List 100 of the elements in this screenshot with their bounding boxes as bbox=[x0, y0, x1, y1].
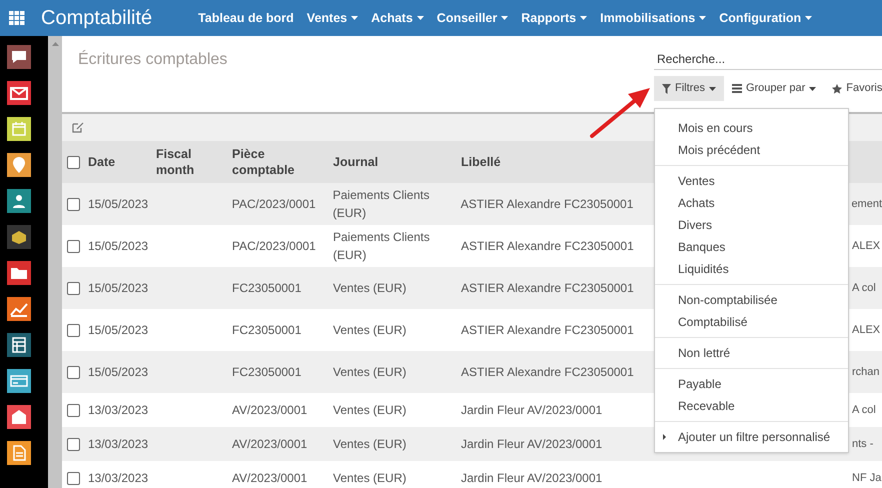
mail-app-icon[interactable] bbox=[7, 81, 31, 105]
chat-app-icon[interactable] bbox=[7, 45, 31, 69]
table-cell-text: rchan bbox=[852, 364, 880, 380]
caret-icon bbox=[708, 86, 716, 90]
table-cell-text: Ventes (EUR) bbox=[333, 402, 408, 419]
table-cell-text: ASTIER Alexandre FC23050001 bbox=[461, 280, 635, 297]
edit-icon[interactable] bbox=[72, 122, 84, 133]
caret-right-icon bbox=[663, 434, 666, 440]
column-header[interactable]: Libellé bbox=[461, 154, 646, 170]
table-cell-text: 13/03/2023 bbox=[88, 402, 150, 419]
row-checkbox[interactable] bbox=[67, 240, 80, 252]
caret-icon bbox=[805, 16, 812, 20]
star-icon bbox=[832, 84, 842, 94]
table-cell-text: ASTIER Alexandre FC23050001 bbox=[461, 364, 635, 381]
menu-item[interactable]: Achats bbox=[371, 8, 424, 28]
row-checkbox[interactable] bbox=[67, 366, 80, 378]
caret-icon bbox=[580, 16, 588, 20]
filter-option[interactable]: Achats bbox=[655, 192, 848, 214]
chart-app-icon[interactable] bbox=[7, 297, 31, 321]
filter-option[interactable]: Payable bbox=[655, 373, 848, 395]
filter-option[interactable]: Recevable bbox=[655, 395, 848, 417]
table-cell-text: Jardin Fleur AV/2023/0001 bbox=[461, 470, 604, 487]
table-cell-text: Ventes (EUR) bbox=[333, 436, 408, 453]
table-cell-text: Jardin Fleur AV/2023/0001 bbox=[461, 402, 604, 419]
table-cell-text: 15/05/2023 bbox=[88, 238, 150, 255]
caret-icon bbox=[351, 16, 358, 20]
table-cell-text: A col bbox=[852, 402, 876, 418]
filter-option[interactable]: Comptabilisé bbox=[655, 311, 848, 333]
search-option-button[interactable]: Favoris bbox=[824, 76, 882, 101]
caret-icon bbox=[699, 16, 706, 20]
filter-option[interactable]: Banques bbox=[655, 236, 848, 258]
caret-icon bbox=[809, 86, 816, 90]
menu-item[interactable]: Rapports bbox=[521, 8, 588, 28]
table-cell-text: 13/03/2023 bbox=[88, 436, 150, 453]
table-cell-text: Ventes (EUR) bbox=[333, 470, 408, 487]
folder-app-icon[interactable] bbox=[7, 261, 31, 285]
page-title: Écritures comptables bbox=[78, 51, 228, 68]
column-header[interactable]: Date bbox=[88, 154, 156, 170]
box-app-icon[interactable] bbox=[7, 225, 31, 249]
table-cell-text: ASTIER Alexandre FC23050001 bbox=[461, 238, 635, 255]
filter-option[interactable]: Mois en cours bbox=[655, 117, 848, 139]
menu-item[interactable]: Conseiller bbox=[436, 8, 508, 28]
caret-icon bbox=[501, 16, 508, 20]
table-cell-text: ALEX bbox=[852, 238, 880, 254]
table-cell-text: FC23050001 bbox=[232, 280, 302, 297]
filter-option[interactable]: Non-comptabilisée bbox=[655, 289, 848, 311]
table-cell-text: Paiements Clients (EUR) bbox=[333, 229, 431, 264]
table-cell-text: ement bbox=[851, 196, 882, 212]
row-checkbox[interactable] bbox=[67, 156, 80, 168]
table-cell-text: AV/2023/0001 bbox=[232, 470, 308, 487]
table-cell-text: FC23050001 bbox=[232, 364, 302, 381]
row-checkbox[interactable] bbox=[67, 404, 80, 416]
row-checkbox[interactable] bbox=[67, 198, 80, 210]
scrollbar[interactable] bbox=[48, 36, 62, 488]
row-checkbox[interactable] bbox=[67, 282, 80, 294]
app-title: Comptabilité bbox=[41, 6, 152, 31]
table-cell-text: A col bbox=[852, 280, 876, 296]
table-cell-text: nts - bbox=[852, 436, 874, 452]
filter-icon bbox=[662, 84, 671, 94]
table-cell-text: PAC/2023/0001 bbox=[232, 238, 317, 255]
caret-icon bbox=[416, 16, 424, 20]
table-cell-text: Jardin Fleur AV/2023/0001 bbox=[461, 436, 604, 453]
column-header[interactable]: Pièce comptable bbox=[232, 146, 333, 178]
row-checkbox[interactable] bbox=[67, 438, 80, 450]
table-cell-text: Ventes (EUR) bbox=[333, 280, 408, 297]
menu-item[interactable]: Tableau de bord bbox=[198, 8, 294, 28]
table-cell-text: Ventes (EUR) bbox=[333, 322, 408, 339]
filter-option[interactable]: Mois précédent bbox=[655, 139, 848, 161]
table-cell-text: 13/03/2023 bbox=[88, 470, 150, 487]
search-option-button[interactable]: Grouper par bbox=[724, 76, 824, 101]
building-app-icon[interactable] bbox=[7, 405, 31, 429]
table-cell-text: ASTIER Alexandre FC23050001 bbox=[461, 322, 635, 339]
menu-item[interactable]: Ventes bbox=[306, 8, 358, 28]
menu-item[interactable]: Immobilisations bbox=[600, 8, 706, 28]
table-cell-text: 15/05/2023 bbox=[88, 364, 150, 381]
table-cell-text: ASTIER Alexandre FC23050001 bbox=[460, 196, 634, 213]
apps-grid-icon[interactable] bbox=[9, 11, 25, 25]
search-option-button[interactable]: Filtres bbox=[654, 76, 724, 101]
card-app-icon[interactable] bbox=[7, 369, 31, 393]
menu-item[interactable]: Configuration bbox=[719, 8, 812, 28]
table-cell-text: AV/2023/0001 bbox=[232, 402, 308, 419]
table-cell-text: ALEX bbox=[852, 322, 880, 338]
column-header[interactable]: Fiscal month bbox=[156, 146, 232, 178]
row-checkbox[interactable] bbox=[67, 472, 80, 484]
sheet-app-icon[interactable] bbox=[7, 333, 31, 357]
contact-app-icon[interactable] bbox=[7, 189, 31, 213]
list-icon bbox=[732, 84, 742, 93]
table-cell-text: Paiements Clients (EUR) bbox=[332, 187, 430, 222]
table-cell-text: AV/2023/0001 bbox=[232, 436, 308, 453]
add-custom-filter-link[interactable]: Ajouter un filtre personnalisé bbox=[678, 428, 830, 446]
search-field[interactable]: Recherche... bbox=[654, 48, 882, 70]
table-cell-text: 15/05/2023 bbox=[88, 280, 150, 297]
table-cell-text: 15/05/2023 bbox=[88, 322, 150, 339]
column-header[interactable]: Journal bbox=[333, 154, 461, 170]
table-cell-text: NF Ja bbox=[852, 470, 882, 486]
row-checkbox[interactable] bbox=[67, 324, 80, 336]
table-cell-text: PAC/2023/0001 bbox=[232, 196, 317, 213]
table-cell-text: 15/05/2023 bbox=[88, 196, 150, 213]
table-cell-text: FC23050001 bbox=[232, 322, 302, 339]
table-cell-text: Ventes (EUR) bbox=[333, 364, 408, 381]
